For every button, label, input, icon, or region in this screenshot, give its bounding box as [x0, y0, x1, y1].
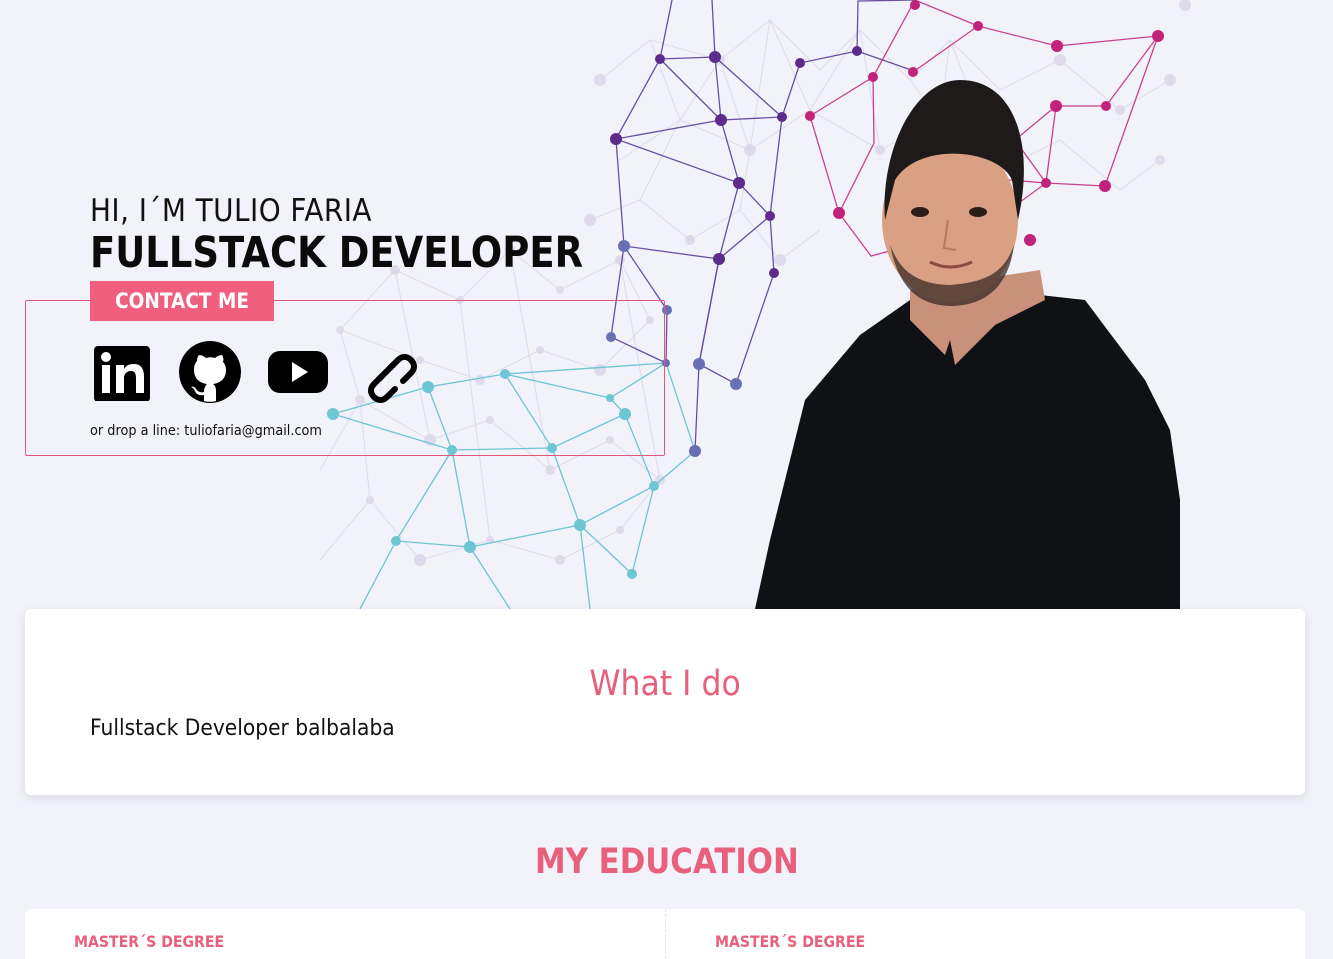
link-icon: [368, 354, 417, 403]
hero-section: HI, I´M TULIO FARIA FULLSTACK DEVELOPER …: [0, 0, 1333, 609]
education-list: MASTER´S DEGREE MASTER´S DEGREE: [25, 909, 1305, 959]
education-title-text: MY EDUCATION: [534, 842, 799, 882]
what-i-do-title: What I do: [25, 664, 1305, 704]
education-degree: MASTER´S DEGREE: [714, 932, 865, 951]
what-i-do-text: Fullstack Developer balbalaba: [90, 716, 395, 741]
youtube-icon: [268, 351, 328, 393]
education-title: MY EDUCATION: [0, 842, 1333, 882]
github-icon: [179, 341, 241, 403]
profile-photo: [755, 80, 1180, 609]
education-item: MASTER´S DEGREE: [664, 909, 1306, 959]
linkedin-icon: [94, 346, 150, 401]
email-line: or drop a line: tuliofaria@gmail.com: [90, 423, 322, 439]
github-link[interactable]: [178, 340, 242, 404]
contact-me-button[interactable]: CONTACT ME: [90, 281, 274, 321]
hero-greeting: HI, I´M TULIO FARIA: [90, 193, 372, 229]
contact-me-label: CONTACT ME: [115, 289, 249, 313]
education-item: MASTER´S DEGREE: [25, 909, 665, 959]
youtube-link[interactable]: [266, 340, 330, 404]
what-i-do-title-text: What I do: [589, 664, 741, 704]
education-degree: MASTER´S DEGREE: [74, 932, 225, 951]
linkedin-link[interactable]: [92, 340, 152, 404]
hero-role-title: FULLSTACK DEVELOPER: [90, 228, 584, 278]
website-link[interactable]: [354, 340, 418, 404]
